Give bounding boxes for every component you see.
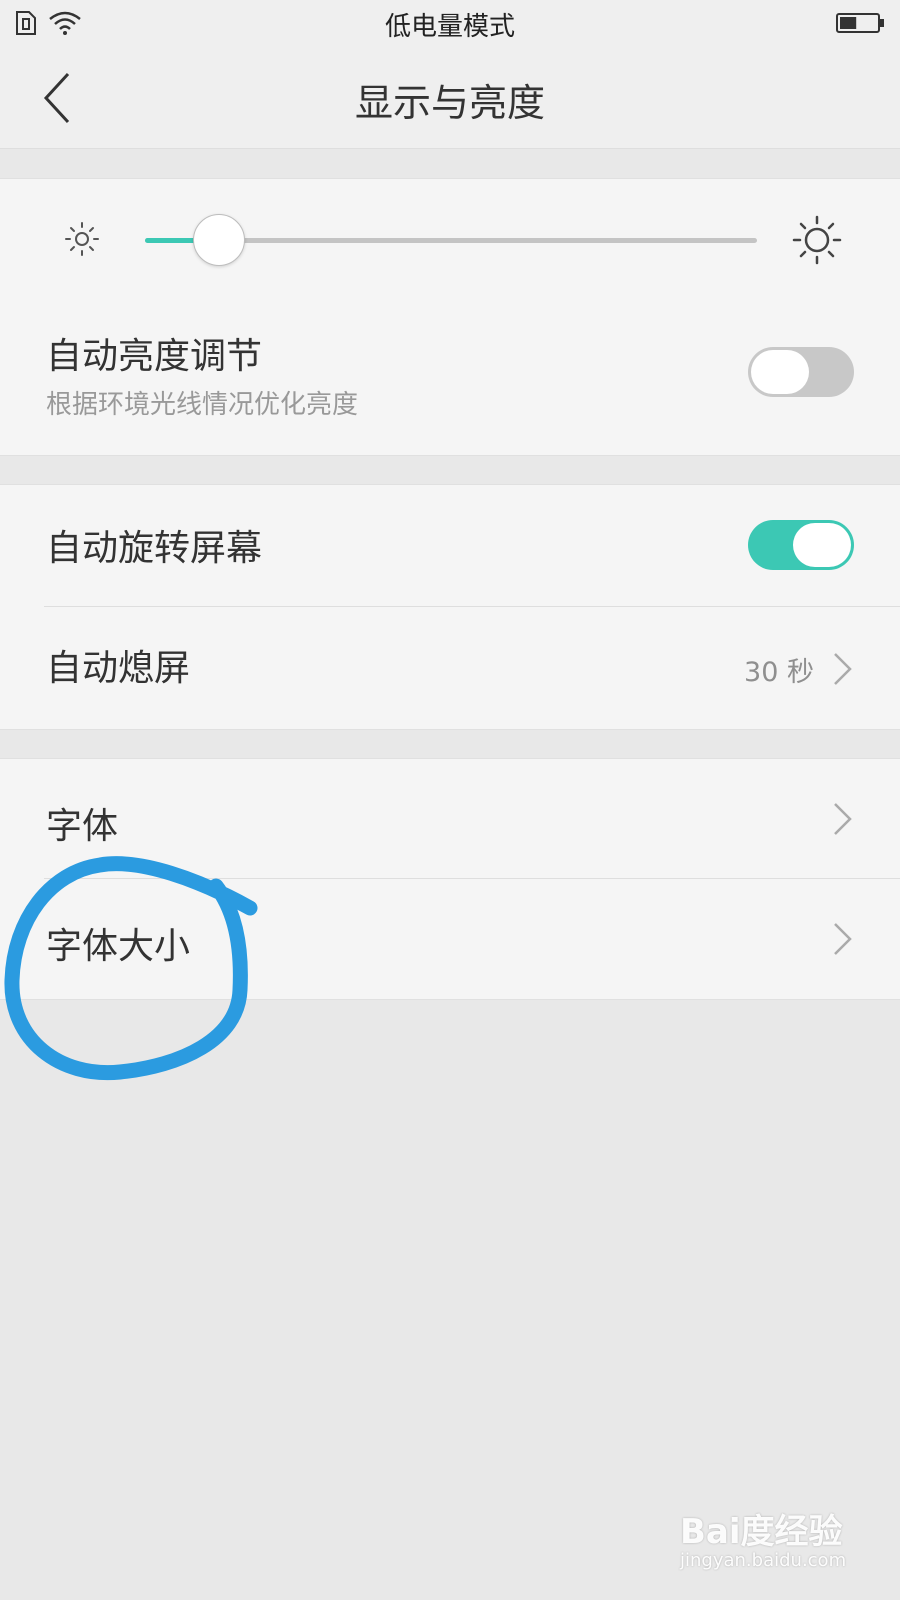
- font-row[interactable]: [0, 759, 900, 877]
- status-bar: 低电量模式: [0, 0, 900, 48]
- auto-brightness-toggle[interactable]: [748, 347, 854, 397]
- auto-brightness-label: 自动亮度调节: [46, 336, 263, 377]
- chevron-right-icon: [834, 803, 852, 835]
- status-mode-text: 低电量模式: [384, 12, 515, 42]
- display-options-section: 自动旋转屏幕 自动熄屏 30 秒: [0, 484, 900, 730]
- brightness-slider[interactable]: [145, 214, 757, 266]
- brightness-section: 自动亮度调节 根据环境光线情况优化亮度: [0, 178, 900, 456]
- auto-sleep-value: 30 秒: [744, 657, 814, 688]
- font-label: 字体: [46, 806, 119, 847]
- auto-sleep-label: 自动熄屏: [46, 648, 191, 689]
- auto-rotate-label: 自动旋转屏幕: [46, 528, 263, 569]
- chevron-right-icon: [834, 653, 852, 685]
- nav-bar: 显示与亮度: [0, 48, 900, 149]
- sun-small-icon: [65, 222, 99, 256]
- chevron-right-icon: [834, 923, 852, 955]
- font-size-label: 字体大小: [46, 926, 191, 967]
- watermark-url: jingyan.baidu.com: [680, 1550, 847, 1571]
- sun-large-icon: [792, 215, 842, 265]
- auto-brightness-description: 根据环境光线情况优化亮度: [46, 390, 359, 420]
- toggle-knob: [751, 350, 809, 394]
- watermark-brand: Bai度经验: [680, 1512, 843, 1552]
- brightness-slider-thumb[interactable]: [193, 214, 246, 266]
- baidu-jingyan-watermark: Bai度经验 jingyan.baidu.com: [672, 1470, 872, 1580]
- toggle-knob: [793, 523, 851, 567]
- battery-icon: [836, 13, 884, 33]
- page-title: 显示与亮度: [354, 81, 545, 125]
- auto-rotate-toggle[interactable]: [748, 520, 854, 570]
- font-section: 字体 字体大小: [0, 758, 900, 1000]
